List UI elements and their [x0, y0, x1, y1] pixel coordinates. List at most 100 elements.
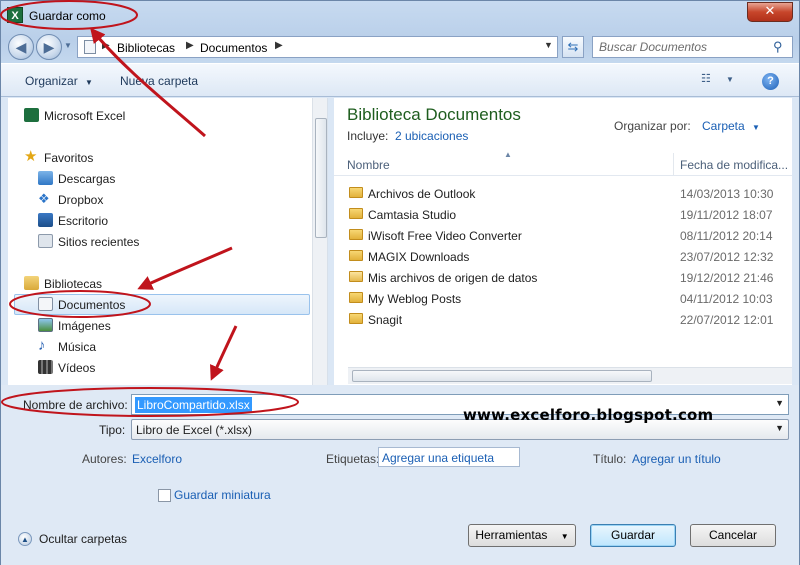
title-field[interactable]: Agregar un título: [632, 452, 721, 466]
cancel-button[interactable]: Cancelar: [690, 524, 776, 547]
file-row[interactable]: Camtasia Studio 19/11/2012 18:07: [334, 204, 792, 225]
chevron-right-icon[interactable]: ▶: [186, 40, 194, 51]
file-date: 19/11/2012 18:07: [680, 208, 773, 222]
file-date: 19/12/2012 21:46: [680, 271, 774, 285]
chevron-down-icon: ▼: [560, 532, 569, 541]
sidebar-item-documentos[interactable]: Documentos: [14, 294, 310, 315]
search-input[interactable]: [597, 39, 767, 55]
hide-folders-button[interactable]: Ocultar carpetas: [39, 532, 127, 546]
tags-input[interactable]: Agregar una etiqueta: [378, 447, 520, 467]
dropbox-icon: ❖: [38, 191, 50, 206]
sidebar-item-microsoft-excel[interactable]: Microsoft Excel: [22, 106, 222, 126]
recent-pages-dropdown[interactable]: ▼: [64, 41, 72, 50]
organize-menu-button[interactable]: Organizar ▼: [25, 74, 93, 88]
folder-icon: [349, 229, 363, 240]
file-row[interactable]: Archivos de Outlook 14/03/2013 10:30: [334, 183, 792, 204]
help-button[interactable]: ?: [762, 73, 779, 90]
includes-locations-link[interactable]: 2 ubicaciones: [395, 129, 468, 143]
sidebar-item-label: Vídeos: [58, 361, 96, 375]
folder-icon: [349, 187, 363, 198]
sidebar-item-label: Bibliotecas: [44, 277, 103, 291]
new-folder-button[interactable]: Nueva carpeta: [120, 74, 198, 88]
watermark-text: www.excelforo.blogspot.com: [463, 406, 714, 424]
refresh-button[interactable]: ⇆: [562, 36, 584, 58]
file-type-value: Libro de Excel (*.xlsx): [136, 423, 253, 437]
title-label: Título:: [593, 452, 627, 466]
sidebar-item-label: Descargas: [58, 172, 116, 186]
file-date: 23/07/2012 12:32: [680, 250, 774, 264]
excel-icon: X: [7, 7, 23, 23]
pictures-icon: [38, 318, 53, 332]
file-row[interactable]: Snagit 22/07/2012 12:01: [334, 309, 792, 330]
document-icon: [84, 40, 96, 54]
includes-label: Incluye:: [347, 129, 389, 143]
file-list-horizontal-scrollbar[interactable]: [348, 367, 792, 384]
chevron-down-icon[interactable]: ▼: [544, 40, 553, 50]
sidebar-item-imagenes[interactable]: Imágenes: [36, 316, 236, 336]
tools-label: Herramientas: [475, 528, 548, 542]
breadcrumb-bibliotecas[interactable]: Bibliotecas: [117, 41, 175, 55]
arrange-by-value: Carpeta: [702, 119, 745, 133]
sidebar-item-musica[interactable]: ♪ Música: [36, 337, 236, 357]
file-row[interactable]: MAGIX Downloads 23/07/2012 12:32: [334, 246, 792, 267]
sidebar-item-videos[interactable]: Vídeos: [36, 358, 236, 378]
sidebar-item-label: Sitios recientes: [58, 235, 140, 249]
file-name: Camtasia Studio: [368, 208, 457, 222]
file-row[interactable]: Mis archivos de origen de datos 19/12/20…: [334, 267, 792, 288]
sidebar-item-bibliotecas[interactable]: Bibliotecas: [22, 274, 222, 294]
save-button[interactable]: Guardar: [590, 524, 676, 547]
sidebar-item-sitios-recientes[interactable]: Sitios recientes: [36, 232, 236, 252]
column-divider[interactable]: [673, 153, 674, 175]
column-header-date[interactable]: Fecha de modifica...: [680, 158, 788, 172]
authors-field[interactable]: Excelforo: [132, 452, 182, 466]
close-button[interactable]: ✕: [747, 2, 793, 22]
excel-icon: [24, 108, 39, 122]
chevron-down-icon: ▼: [775, 423, 784, 433]
save-thumbnail-checkbox[interactable]: [158, 489, 171, 502]
address-bar[interactable]: ▶ Bibliotecas ▶ Documentos ▶ ▼: [77, 36, 558, 58]
file-row[interactable]: My Weblog Posts 04/11/2012 10:03: [334, 288, 792, 309]
file-list-pane: Biblioteca Documentos Incluye: 2 ubicaci…: [334, 98, 792, 385]
filename-label: Nombre de archivo:: [23, 398, 128, 412]
file-row[interactable]: iWisoft Free Video Converter 08/11/2012 …: [334, 225, 792, 246]
search-icon[interactable]: ⚲: [773, 39, 783, 55]
save-thumbnail-label[interactable]: Guardar miniatura: [174, 488, 271, 502]
chevron-right-icon[interactable]: ▶: [102, 40, 110, 51]
search-box: ⚲: [592, 36, 793, 58]
chevron-right-icon[interactable]: ▶: [275, 40, 283, 51]
file-date: 14/03/2013 10:30: [680, 187, 774, 201]
file-name: Archivos de Outlook: [368, 187, 476, 201]
change-view-button[interactable]: ☷ ▼: [701, 72, 739, 90]
sidebar-item-favoritos[interactable]: ★ Favoritos: [22, 148, 222, 168]
chevron-down-icon: ▼: [752, 123, 760, 132]
command-bar: Organizar ▼ Nueva carpeta ☷ ▼ ?: [1, 63, 799, 97]
tools-button[interactable]: Herramientas ▼: [468, 524, 576, 547]
scrollbar-thumb[interactable]: [352, 370, 652, 382]
navigation-pane-scrollbar[interactable]: [312, 98, 327, 385]
sidebar-item-dropbox[interactable]: ❖ Dropbox: [36, 190, 236, 210]
breadcrumb-documentos[interactable]: Documentos: [200, 41, 267, 55]
chevron-down-icon: ▼: [725, 75, 734, 84]
sidebar-item-descargas[interactable]: Descargas: [36, 169, 236, 189]
back-button[interactable]: ◀: [8, 34, 34, 60]
chevron-down-icon[interactable]: ▼: [775, 398, 784, 408]
sidebar-item-escritorio[interactable]: Escritorio: [36, 211, 236, 231]
filename-value[interactable]: LibroCompartido.xlsx: [135, 397, 252, 413]
authors-label: Autores:: [82, 452, 127, 466]
sidebar-item-label: Imágenes: [58, 319, 111, 333]
collapse-up-icon[interactable]: ▲: [18, 532, 32, 546]
forward-button[interactable]: ▶: [36, 34, 62, 60]
column-header-name[interactable]: Nombre: [347, 158, 390, 172]
documents-icon: [38, 297, 53, 311]
sidebar-item-label: Favoritos: [44, 151, 94, 165]
downloads-icon: [38, 171, 53, 185]
sidebar-item-label: Documentos: [58, 298, 126, 312]
file-type-label: Tipo:: [99, 423, 126, 437]
scrollbar-thumb[interactable]: [315, 118, 327, 238]
star-icon: ★: [24, 148, 38, 165]
file-name: iWisoft Free Video Converter: [368, 229, 522, 243]
folder-icon: [349, 313, 363, 324]
file-name: My Weblog Posts: [368, 292, 462, 306]
chevron-down-icon: ▼: [85, 78, 93, 87]
arrange-by-dropdown[interactable]: Carpeta ▼: [702, 119, 760, 133]
